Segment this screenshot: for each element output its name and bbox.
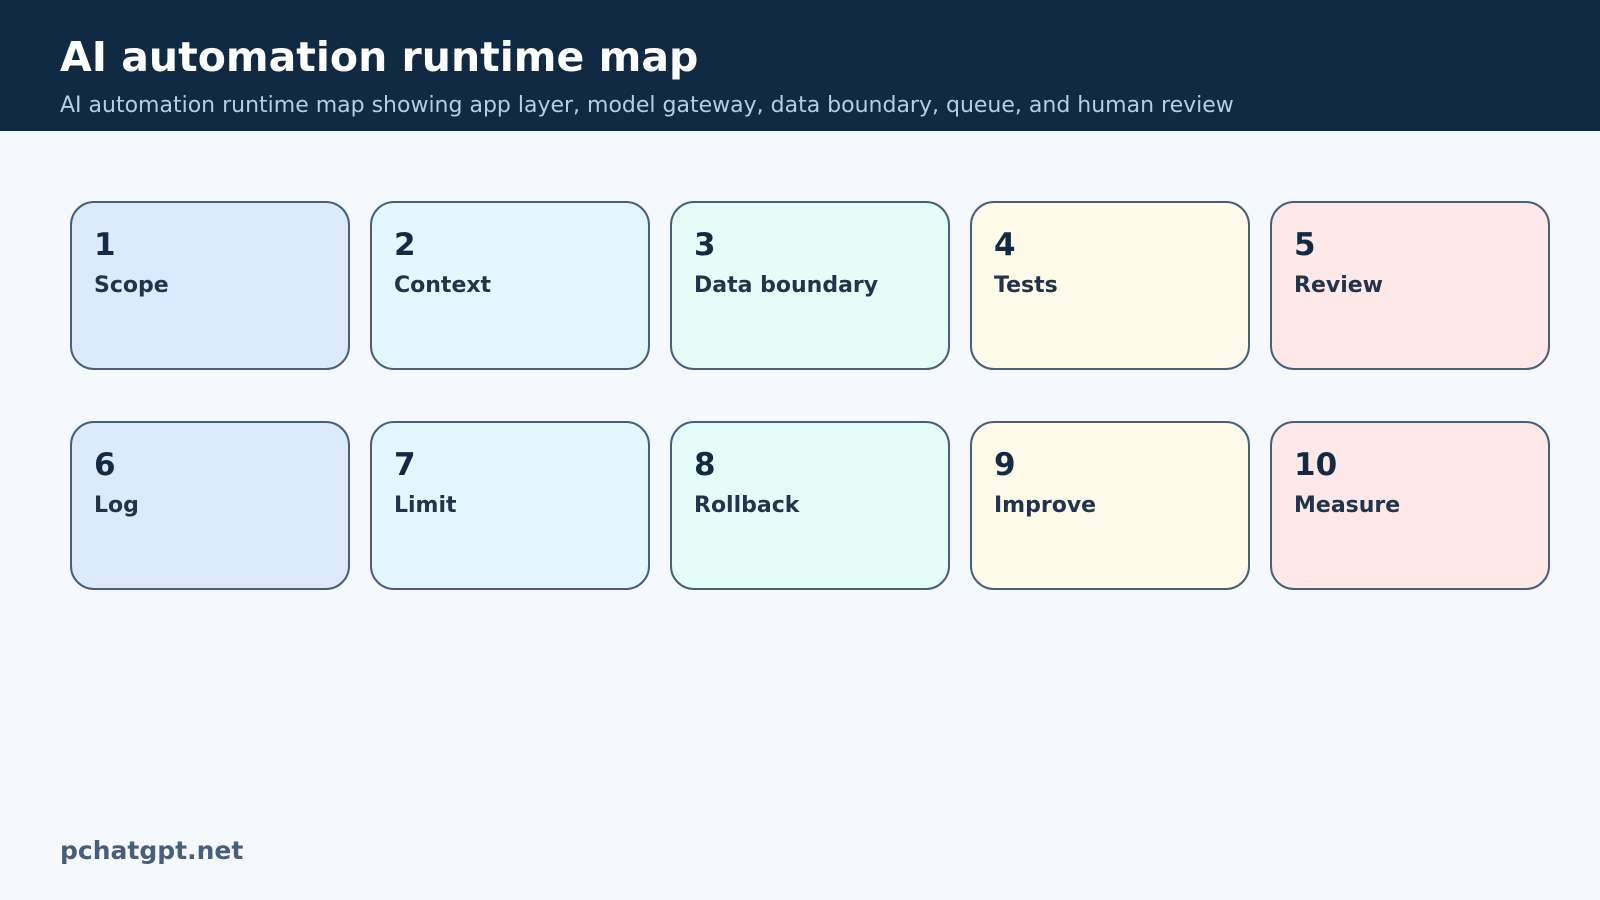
step-card-10: 10 Measure (1270, 421, 1550, 590)
step-label: Measure (1294, 493, 1401, 519)
step-label: Tests (994, 273, 1058, 299)
step-card-1: 1 Scope (70, 201, 350, 370)
step-number: 5 (1294, 227, 1316, 263)
step-label: Rollback (694, 493, 800, 519)
step-number: 8 (694, 447, 716, 483)
page-subtitle: AI automation runtime map showing app la… (60, 93, 1234, 118)
footer-brand: pchatgpt.net (60, 836, 244, 865)
page-title: AI automation runtime map (60, 33, 699, 81)
step-number: 10 (1294, 447, 1338, 483)
step-number: 7 (394, 447, 416, 483)
step-card-6: 6 Log (70, 421, 350, 590)
step-card-4: 4 Tests (970, 201, 1250, 370)
step-label: Log (94, 493, 139, 519)
step-label: Scope (94, 273, 169, 299)
step-card-5: 5 Review (1270, 201, 1550, 370)
step-number: 9 (994, 447, 1016, 483)
step-number: 3 (694, 227, 716, 263)
step-card-9: 9 Improve (970, 421, 1250, 590)
step-number: 4 (994, 227, 1016, 263)
page: AI automation runtime map AI automation … (0, 0, 1600, 900)
step-label: Data boundary (694, 273, 879, 299)
step-label: Improve (994, 493, 1097, 519)
step-number: 6 (94, 447, 116, 483)
step-card-8: 8 Rollback (670, 421, 950, 590)
step-number: 2 (394, 227, 416, 263)
step-label: Context (394, 273, 492, 299)
step-card-3: 3 Data boundary (670, 201, 950, 370)
step-label: Limit (394, 493, 457, 519)
step-card-7: 7 Limit (370, 421, 650, 590)
header-banner: AI automation runtime map AI automation … (0, 0, 1600, 131)
step-card-2: 2 Context (370, 201, 650, 370)
step-grid: 1 Scope 2 Context 3 Data boundary 4 Test… (70, 201, 1550, 590)
step-label: Review (1294, 273, 1383, 299)
step-number: 1 (94, 227, 116, 263)
